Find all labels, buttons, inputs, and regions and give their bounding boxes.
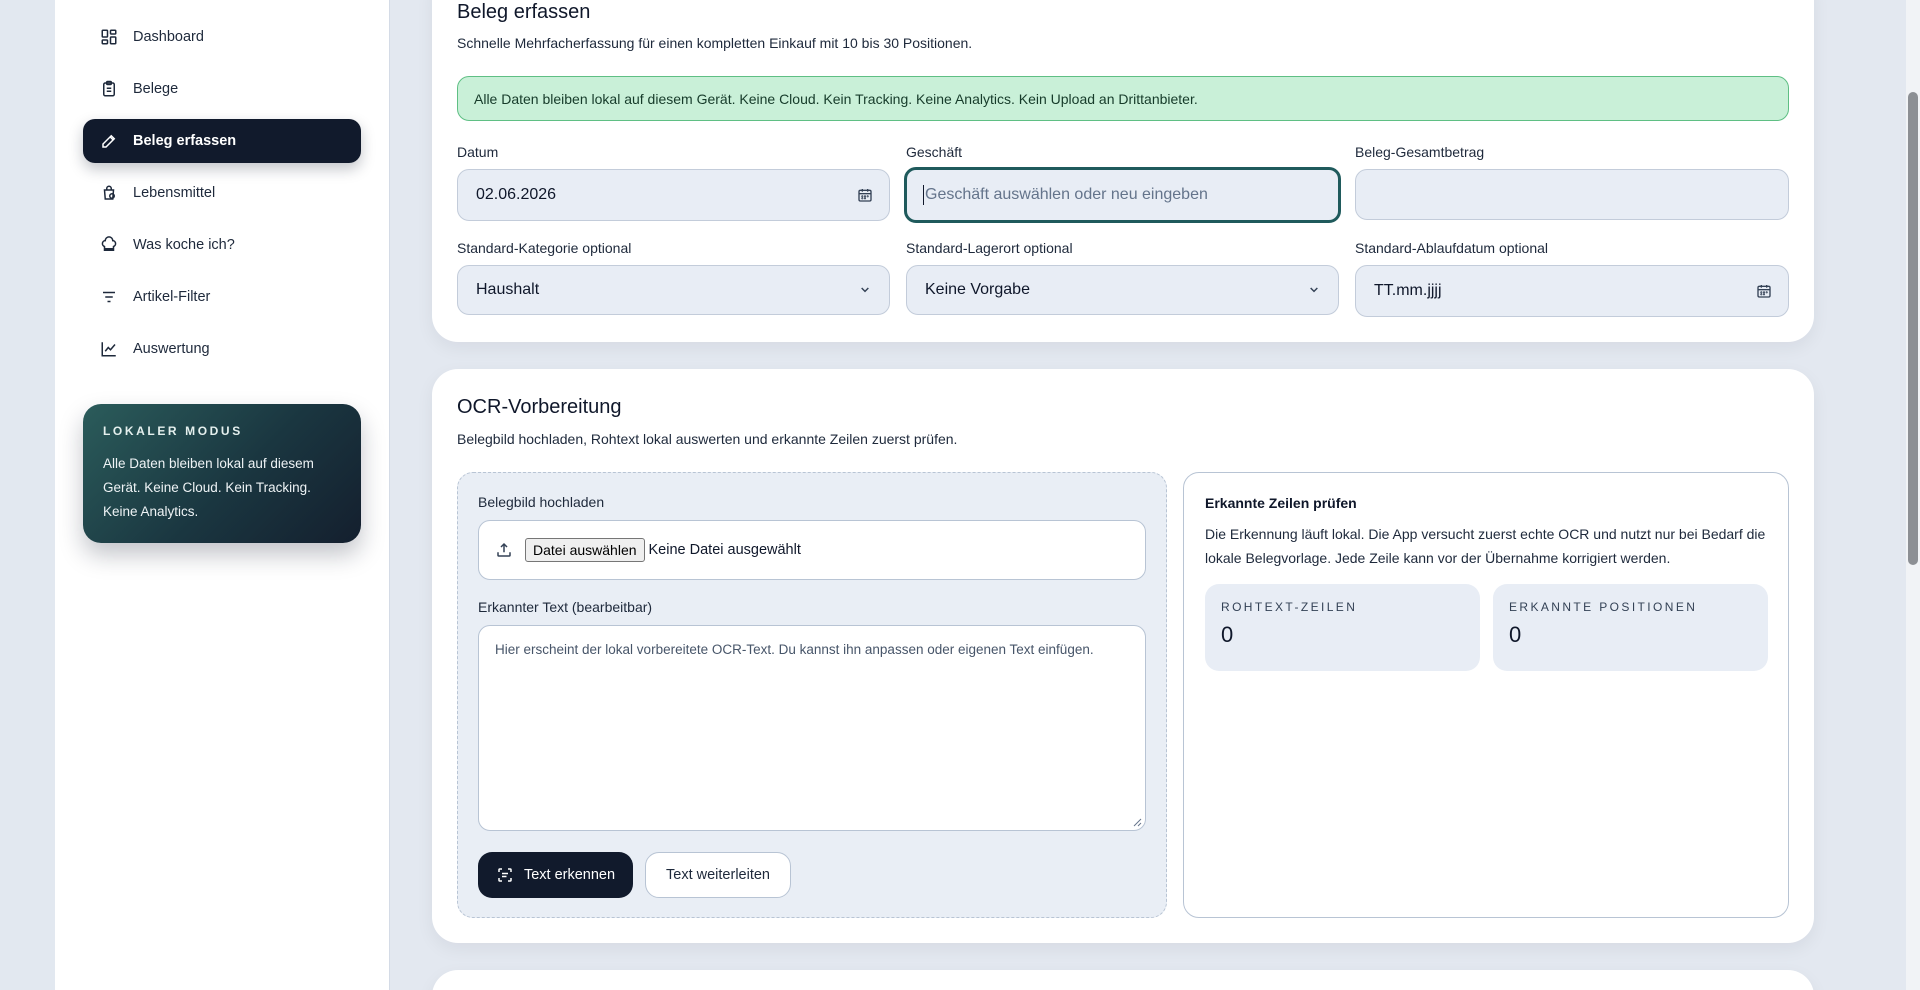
date-value: 02.06.2026: [476, 186, 557, 203]
chart-line-icon: [99, 339, 119, 359]
pencil-icon: [99, 131, 119, 151]
location-value: Keine Vorgabe: [925, 281, 1030, 298]
text-caret: [923, 185, 924, 205]
sidebar-item-label: Beleg erfassen: [133, 133, 237, 149]
chevron-down-icon: [1306, 282, 1322, 298]
stat-label: ROHTEXT-ZEILEN: [1221, 600, 1358, 614]
sidebar-item-label: Artikel-Filter: [133, 289, 211, 305]
sidebar-item-artikel-filter[interactable]: Artikel-Filter: [83, 275, 361, 319]
sidebar-item-lebensmittel[interactable]: Lebensmittel: [83, 171, 361, 215]
ocr-subtitle: Belegbild hochladen, Rohtext lokal auswe…: [457, 431, 958, 447]
sidebar-item-label: Was koche ich?: [133, 237, 235, 253]
expiry-value: TT.mm.jjjj: [1374, 282, 1442, 299]
filter-icon: [99, 287, 119, 307]
receipt-icon: [99, 79, 119, 99]
ocr-text-label: Erkannter Text (bearbeitbar): [478, 599, 653, 615]
privacy-notice: Alle Daten bleiben lokal auf diesem Gerä…: [457, 76, 1789, 121]
stat-recognized-items: ERKANNTE POSITIONEN 0: [1493, 584, 1768, 671]
choose-file-button[interactable]: Datei auswählen: [525, 538, 645, 562]
local-mode-card: LOKALER MODUS Alle Daten bleiben lokal a…: [83, 404, 361, 543]
sidebar-item-beleg-erfassen[interactable]: Beleg erfassen: [83, 119, 361, 163]
date-label: Datum: [457, 144, 499, 160]
sidebar-item-was-koche-ich[interactable]: Was koche ich?: [83, 223, 361, 267]
page-title: Beleg erfassen: [457, 1, 591, 23]
sidebar: Dashboard Belege Beleg erfassen Lebensmi…: [55, 0, 390, 990]
store-label: Geschäft: [906, 144, 963, 160]
resize-handle-icon[interactable]: [1132, 817, 1142, 827]
forward-text-label: Text weiterleiten: [666, 867, 770, 883]
calendar-icon[interactable]: [1756, 283, 1772, 299]
ocr-title: OCR-Vorbereitung: [457, 396, 622, 418]
sidebar-item-label: Dashboard: [133, 29, 204, 45]
forward-text-button[interactable]: Text weiterleiten: [645, 852, 791, 898]
store-input[interactable]: Geschäft auswählen oder neu eingeben: [904, 167, 1341, 223]
total-input[interactable]: [1355, 169, 1789, 220]
stat-raw-lines: ROHTEXT-ZEILEN 0: [1205, 584, 1480, 671]
expiry-label: Standard-Ablaufdatum optional: [1355, 240, 1549, 256]
file-upload-field[interactable]: Datei auswählen Keine Datei ausgewählt: [478, 520, 1146, 580]
stat-label: ERKANNTE POSITIONEN: [1509, 600, 1698, 614]
ocr-text-placeholder: Hier erscheint der lokal vorbereitete OC…: [495, 642, 1094, 657]
capture-subtitle: Schnelle Mehrfacherfassung für einen kom…: [457, 35, 973, 51]
grocery-icon: [99, 183, 119, 203]
sidebar-item-label: Auswertung: [133, 341, 210, 357]
sidebar-item-belege[interactable]: Belege: [83, 67, 361, 111]
local-mode-text: Alle Daten bleiben lokal auf diesem Gerä…: [103, 456, 314, 519]
expiry-field[interactable]: TT.mm.jjjj: [1355, 265, 1789, 317]
calendar-icon[interactable]: [857, 187, 873, 203]
review-text: Die Erkennung läuft lokal. Die App versu…: [1205, 526, 1766, 566]
local-mode-title: LOKALER MODUS: [103, 424, 243, 438]
chef-hat-icon: [99, 235, 119, 255]
location-label: Standard-Lagerort optional: [906, 240, 1073, 256]
dashboard-icon: [99, 27, 119, 47]
sidebar-item-label: Lebensmittel: [133, 185, 216, 201]
file-status: Keine Datei ausgewählt: [648, 542, 801, 558]
review-panel: Erkannte Zeilen prüfen Die Erkennung läu…: [1183, 472, 1789, 918]
store-placeholder: Geschäft auswählen oder neu eingeben: [925, 186, 1208, 203]
location-select[interactable]: Keine Vorgabe: [906, 265, 1339, 315]
date-field[interactable]: 02.06.2026: [457, 169, 890, 221]
scrollbar-thumb[interactable]: [1908, 92, 1918, 565]
recognize-text-label: Text erkennen: [523, 867, 616, 883]
stat-value: 0: [1509, 622, 1522, 647]
ocr-text-area[interactable]: Hier erscheint der lokal vorbereitete OC…: [478, 625, 1146, 831]
chevron-down-icon: [857, 282, 873, 298]
scan-icon: [496, 866, 514, 884]
stat-value: 0: [1221, 622, 1234, 647]
sidebar-item-auswertung[interactable]: Auswertung: [83, 327, 361, 371]
total-label: Beleg-Gesamtbetrag: [1355, 144, 1485, 160]
recognize-text-button[interactable]: Text erkennen: [478, 852, 633, 898]
category-value: Haushalt: [476, 281, 540, 298]
next-card: [432, 970, 1814, 990]
category-select[interactable]: Haushalt: [457, 265, 890, 315]
upload-label: Belegbild hochladen: [478, 494, 605, 510]
upload-icon: [495, 541, 513, 559]
sidebar-item-label: Belege: [133, 81, 179, 97]
category-label: Standard-Kategorie optional: [457, 240, 632, 256]
privacy-notice-text: Alle Daten bleiben lokal auf diesem Gerä…: [474, 90, 1198, 107]
sidebar-item-dashboard[interactable]: Dashboard: [83, 15, 361, 59]
review-title: Erkannte Zeilen prüfen: [1205, 495, 1357, 511]
window-edge: [0, 0, 55, 990]
